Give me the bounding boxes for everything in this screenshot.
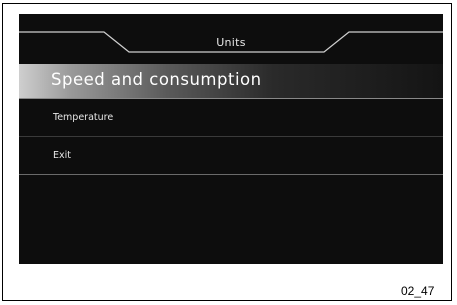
menu-item-label: Speed and consumption bbox=[51, 70, 262, 89]
menu-item-label: Temperature bbox=[53, 112, 114, 123]
menu-item-temperature[interactable]: Temperature bbox=[19, 99, 443, 137]
menu-item-label: Exit bbox=[53, 150, 71, 161]
menu-item-speed-and-consumption[interactable]: Speed and consumption bbox=[19, 64, 443, 99]
menu-item-exit[interactable]: Exit bbox=[19, 137, 443, 175]
units-menu: Speed and consumption Temperature Exit bbox=[19, 64, 443, 175]
screen-header: Units bbox=[19, 14, 443, 64]
figure-code: 02_47 bbox=[401, 284, 435, 298]
display-screen: Units Speed and consumption Temperature … bbox=[19, 14, 443, 264]
screen-title: Units bbox=[216, 36, 246, 49]
